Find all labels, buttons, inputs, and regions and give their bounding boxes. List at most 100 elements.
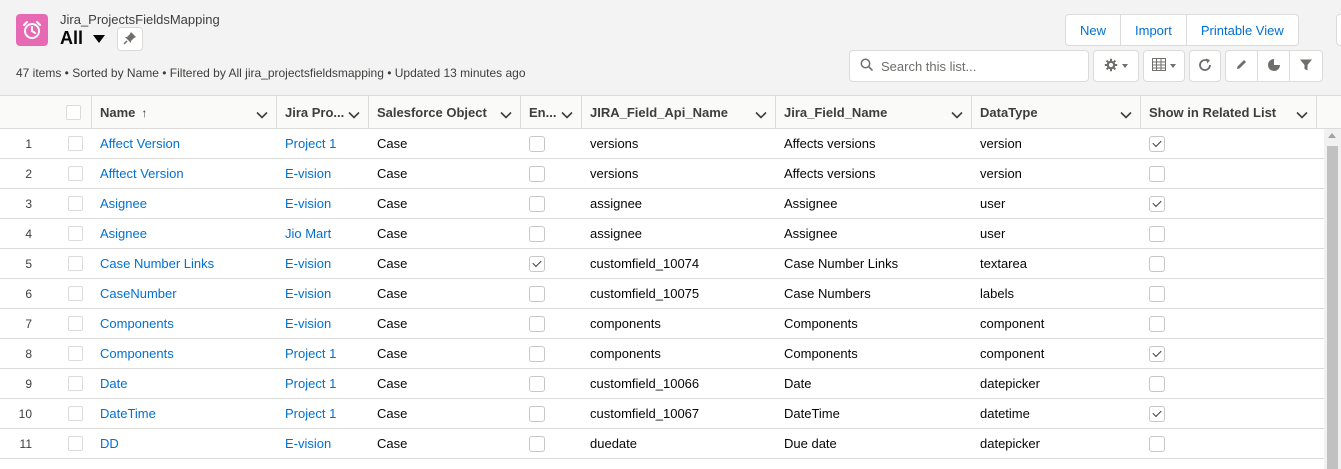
related-cell xyxy=(1149,399,1317,428)
row-number: 9 xyxy=(25,376,32,391)
row-select-checkbox[interactable] xyxy=(68,286,83,301)
enabled-cell xyxy=(529,429,582,458)
column-header-datatype[interactable]: DataType xyxy=(972,96,1141,129)
project-link[interactable]: Jio Mart xyxy=(285,219,365,248)
project-link[interactable]: E-vision xyxy=(285,279,365,308)
sort-up-icon[interactable]: ↑ xyxy=(141,106,147,120)
row-select-checkbox[interactable] xyxy=(68,166,83,181)
import-button[interactable]: Import xyxy=(1121,15,1187,45)
table-header: Name ↑ Jira Pro... Salesforce Object En... JI… xyxy=(0,96,1341,129)
enabled-cell xyxy=(529,279,582,308)
new-button[interactable]: New xyxy=(1066,15,1122,45)
list-view-selector[interactable]: All xyxy=(60,28,106,49)
column-header-jira-project[interactable]: Jira Pro... xyxy=(277,96,369,129)
name-link[interactable]: Components xyxy=(100,309,273,338)
table-row[interactable]: 9 Date Project 1 Case customfield_10066 Date d… xyxy=(0,369,1324,399)
table-row[interactable]: 3 Asignee E-vision Case assignee Assignee user xyxy=(0,189,1324,219)
chevron-down-icon[interactable] xyxy=(500,107,512,122)
name-link[interactable]: Afftect Version xyxy=(100,159,273,188)
name-link[interactable]: DateTime xyxy=(100,399,273,428)
table-row[interactable]: 8 Components Project 1 Case components Compon… xyxy=(0,339,1324,369)
column-header-jira-field-name[interactable]: Jira_Field_Name xyxy=(776,96,972,129)
scroll-up-arrow[interactable] xyxy=(1328,133,1336,138)
chevron-down-icon[interactable] xyxy=(755,107,767,122)
table-row[interactable]: 4 Asignee Jio Mart Case assignee Assignee user xyxy=(0,219,1324,249)
project-link[interactable]: Project 1 xyxy=(285,129,365,158)
chevron-down-icon[interactable] xyxy=(93,34,106,43)
row-select-checkbox[interactable] xyxy=(68,436,83,451)
row-select-checkbox[interactable] xyxy=(68,376,83,391)
chevron-down-icon[interactable] xyxy=(1296,107,1308,122)
project-link[interactable]: E-vision xyxy=(285,159,365,188)
salesforce-object-cell: Case xyxy=(377,196,408,211)
column-header-show-in-related-list[interactable]: Show in Related List xyxy=(1141,96,1317,129)
row-select-checkbox[interactable] xyxy=(68,196,83,211)
refresh-button[interactable] xyxy=(1189,50,1221,82)
enabled-checkbox xyxy=(529,255,545,272)
column-header-name[interactable]: Name ↑ xyxy=(92,96,277,129)
api-name-cell: assignee xyxy=(590,196,643,211)
table-row[interactable]: 10 DateTime Project 1 Case customfield_10067… xyxy=(0,399,1324,429)
printable-view-button[interactable]: Printable View xyxy=(1187,15,1298,45)
filter-button[interactable] xyxy=(1290,51,1322,81)
table-icon xyxy=(1152,58,1166,74)
pin-button[interactable] xyxy=(117,27,143,51)
name-link[interactable]: CaseNumber xyxy=(100,279,273,308)
salesforce-object-cell: Case xyxy=(377,376,408,391)
project-link[interactable]: Project 1 xyxy=(285,369,365,398)
chevron-down-icon[interactable] xyxy=(951,107,963,122)
table-row[interactable]: 5 Case Number Links E-vision Case customfiel… xyxy=(0,249,1324,279)
name-link[interactable]: Date xyxy=(100,369,273,398)
enabled-cell xyxy=(529,129,582,158)
search-input[interactable] xyxy=(881,58,1081,74)
inline-edit-button[interactable] xyxy=(1226,51,1258,81)
datatype-cell: component xyxy=(980,316,1045,331)
scrollbar-thumb[interactable] xyxy=(1327,146,1338,469)
enabled-cell xyxy=(529,369,582,398)
project-link[interactable]: Project 1 xyxy=(285,339,365,368)
project-link[interactable]: E-vision xyxy=(285,309,365,338)
chevron-down-icon[interactable] xyxy=(256,107,268,122)
name-link[interactable]: Affect Version xyxy=(100,129,273,158)
table-row[interactable]: 6 CaseNumber E-vision Case customfield_10075… xyxy=(0,279,1324,309)
table-row[interactable]: 1 Affect Version Project 1 Case versions Affe… xyxy=(0,129,1324,159)
table-row[interactable]: 11 DD E-vision Case duedate Due date datepicke… xyxy=(0,429,1324,459)
row-select-cell xyxy=(68,429,88,458)
table-row[interactable]: 7 Components E-vision Case components Compone… xyxy=(0,309,1324,339)
name-link[interactable]: Asignee xyxy=(100,219,273,248)
project-link[interactable]: E-vision xyxy=(285,189,365,218)
row-select-checkbox[interactable] xyxy=(68,406,83,421)
search-box[interactable] xyxy=(849,50,1089,82)
chevron-down-icon xyxy=(1170,64,1176,68)
name-link[interactable]: Asignee xyxy=(100,189,273,218)
column-header-salesforce-object[interactable]: Salesforce Object xyxy=(369,96,521,129)
overflow-button-edge[interactable] xyxy=(1336,14,1341,46)
chevron-down-icon[interactable] xyxy=(348,107,360,122)
row-select-checkbox[interactable] xyxy=(68,316,83,331)
row-select-checkbox[interactable] xyxy=(68,226,83,241)
name-link[interactable]: Case Number Links xyxy=(100,249,273,278)
chevron-down-icon[interactable] xyxy=(1120,107,1132,122)
table-row-partial[interactable] xyxy=(0,459,1324,469)
api-name-cell: assignee xyxy=(590,226,643,241)
table-row[interactable]: 2 Afftect Version E-vision Case versions Affe… xyxy=(0,159,1324,189)
column-header-jira-field-api-name[interactable]: JIRA_Field_Api_Name xyxy=(582,96,776,129)
chart-button[interactable] xyxy=(1258,51,1290,81)
column-header-enabled[interactable]: En... xyxy=(521,96,582,129)
row-select-cell xyxy=(68,279,88,308)
display-as-button[interactable] xyxy=(1143,50,1185,82)
project-link[interactable]: Project 1 xyxy=(285,399,365,428)
select-all-checkbox[interactable] xyxy=(66,105,81,120)
row-select-checkbox[interactable] xyxy=(68,136,83,151)
project-link[interactable]: E-vision xyxy=(285,249,365,278)
enabled-cell xyxy=(529,249,582,278)
list-view-name[interactable]: All xyxy=(60,28,83,49)
chevron-down-icon[interactable] xyxy=(561,107,573,122)
vertical-scrollbar[interactable] xyxy=(1324,129,1341,469)
name-link[interactable]: Components xyxy=(100,339,273,368)
name-link[interactable]: DD xyxy=(100,429,273,458)
project-link[interactable]: E-vision xyxy=(285,429,365,458)
row-select-checkbox[interactable] xyxy=(68,256,83,271)
list-settings-button[interactable] xyxy=(1093,50,1139,82)
row-select-checkbox[interactable] xyxy=(68,346,83,361)
